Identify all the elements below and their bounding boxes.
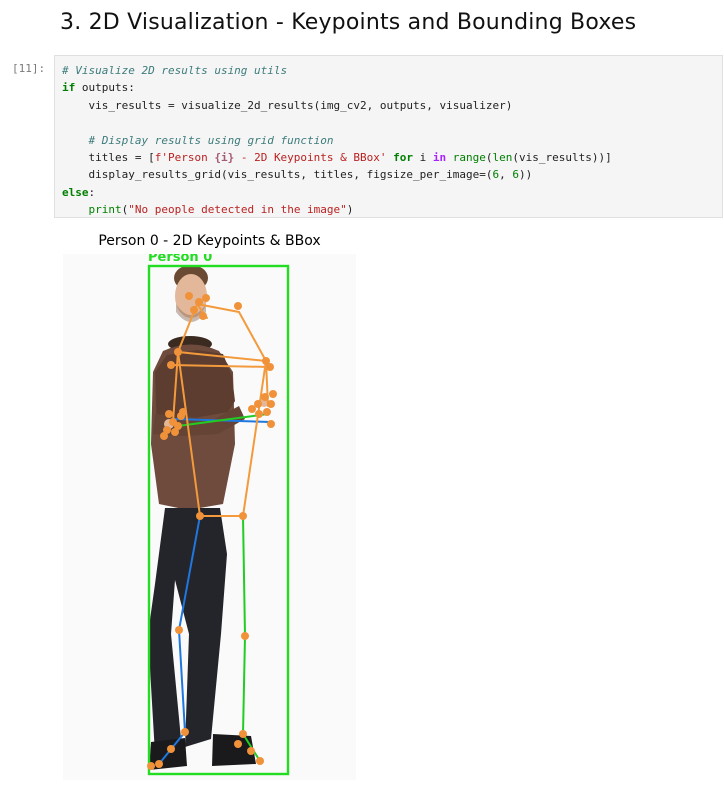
section-heading: 3. 2D Visualization - Keypoints and Boun…: [60, 10, 637, 35]
code-text: display_results_grid(vis_results, titles…: [62, 168, 493, 182]
builtin-print: print: [88, 203, 122, 217]
code-text: (vis_results))]: [512, 151, 612, 165]
bbox-label: Person 0: [148, 254, 212, 265]
code-cell[interactable]: # Visualize 2D results using utils if ou…: [54, 55, 723, 218]
code-comment: # Visualize 2D results using utils: [62, 64, 288, 77]
keyword-else: else: [62, 185, 89, 199]
code-string: f'Person: [154, 151, 215, 165]
code-text: (: [485, 151, 493, 165]
code-number: 6: [512, 168, 519, 182]
keyword-in: in: [432, 151, 447, 165]
keyword-if: if: [62, 81, 76, 95]
code-text: outputs:: [75, 81, 135, 95]
code-comment: # Display results using grid function: [88, 133, 334, 147]
code-text: titles = [: [62, 151, 155, 165]
code-text: :: [88, 185, 96, 199]
code-interpolation: {i}: [214, 151, 235, 165]
cell-execution-count: [11]:: [12, 62, 46, 75]
code-text: i: [413, 151, 433, 165]
code-string: "No people detected in the image": [128, 203, 347, 217]
output-figure: Person 0: [63, 254, 356, 780]
code-string: - 2D Keypoints & BBox': [234, 151, 387, 165]
code-text: vis_results = visualize_2d_results(img_c…: [62, 98, 513, 112]
builtin-range: range: [452, 151, 486, 165]
plot-title: Person 0 - 2D Keypoints & BBox: [98, 233, 321, 249]
code-text: ): [346, 203, 354, 217]
builtin-len: len: [492, 151, 513, 165]
code-text: )): [518, 168, 533, 182]
code-editor[interactable]: # Visualize 2D results using utils if ou…: [55, 56, 722, 219]
keyword-for: for: [393, 151, 414, 165]
code-text: ,: [499, 168, 513, 182]
person-photo-figure: Person 0: [63, 254, 356, 780]
